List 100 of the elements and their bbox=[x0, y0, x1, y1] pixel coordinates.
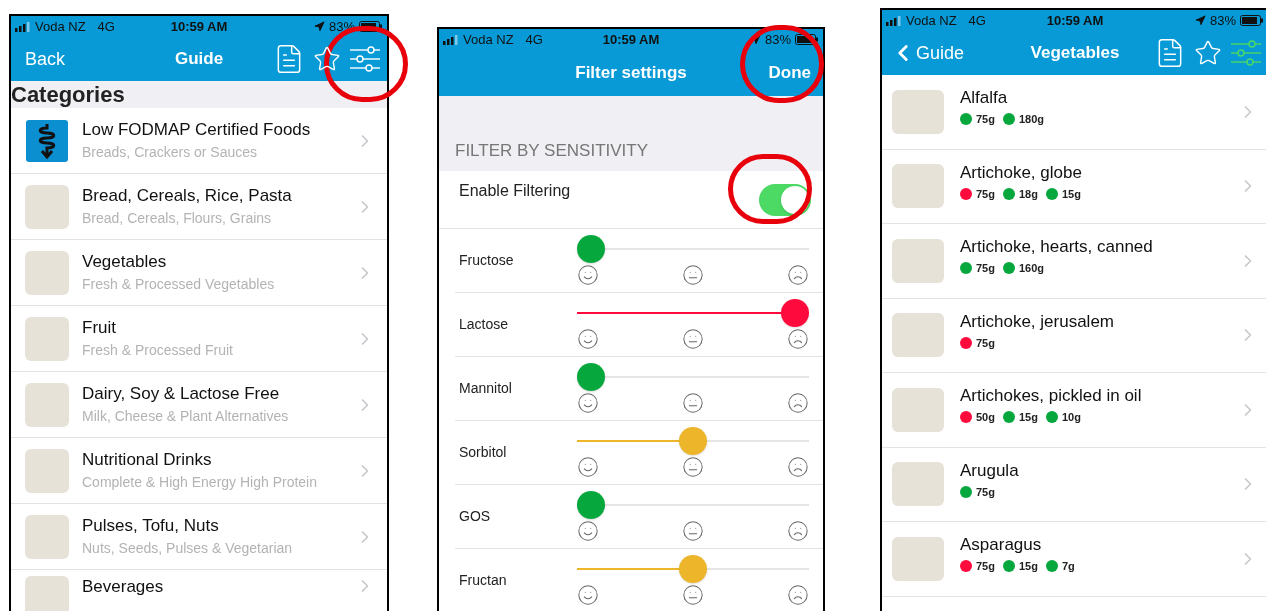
food-name: Artichoke, jerusalem bbox=[960, 310, 1115, 333]
sugar-label: Mannitol bbox=[458, 379, 513, 398]
portion-size: 75g bbox=[976, 261, 995, 276]
food-name: Artichokes, pickled in oil bbox=[960, 385, 1143, 407]
category-title: Beverages bbox=[82, 576, 165, 598]
network-label: 4G bbox=[968, 11, 986, 30]
category-title: Fruit bbox=[82, 316, 117, 339]
photo-placeholder bbox=[892, 238, 944, 283]
slider-thumb[interactable] bbox=[577, 235, 605, 263]
sugar-label: Lactose bbox=[458, 315, 510, 334]
toggle-label: Enable Filtering bbox=[459, 180, 572, 201]
carrier-label: Voda NZ bbox=[35, 17, 86, 36]
portion-size: 10g bbox=[1061, 410, 1081, 425]
category-row[interactable]: Low FODMAP Certified Foods Breads, Crackers or Sauces bbox=[11, 108, 387, 174]
neutral-face-icon bbox=[682, 264, 704, 286]
portion-size: 15g bbox=[1061, 186, 1081, 202]
photo-placeholder bbox=[892, 313, 944, 358]
gut-logo-icon bbox=[26, 119, 68, 162]
food-row[interactable]: Artichoke, hearts, canned 75g 160g bbox=[882, 224, 1266, 299]
photo-placeholder bbox=[25, 250, 69, 295]
toggle-switch[interactable] bbox=[759, 183, 811, 216]
food-row[interactable]: Artichokes, pickled in oil 50g 15g 10g bbox=[882, 373, 1266, 448]
battery-icon bbox=[1240, 15, 1264, 26]
category-subtitle: Milk, Cheese & Plant Alternatives bbox=[82, 406, 290, 426]
smiley-face-icon bbox=[577, 584, 599, 606]
portion-size: 50g bbox=[976, 410, 995, 425]
slider-thumb[interactable] bbox=[577, 491, 605, 519]
photo-placeholder bbox=[892, 462, 944, 507]
photo-placeholder bbox=[892, 536, 944, 581]
portion-size: 15g bbox=[1018, 559, 1038, 574]
settings-sliders-icon[interactable] bbox=[349, 46, 381, 72]
portion-size: 75g bbox=[976, 186, 995, 202]
carrier-label: Voda NZ bbox=[463, 30, 514, 49]
photo-placeholder bbox=[25, 448, 69, 493]
portion-size: 160g bbox=[1018, 261, 1045, 276]
food-name: Artichoke, hearts, canned bbox=[960, 236, 1154, 258]
battery-icon bbox=[795, 34, 819, 45]
neutral-face-icon bbox=[682, 520, 704, 542]
category-title: Bread, Cereals, Rice, Pasta bbox=[82, 184, 293, 207]
category-row[interactable]: Vegetables Fresh & Processed Vegetables bbox=[11, 240, 387, 306]
sad-face-icon bbox=[787, 456, 809, 478]
food-row[interactable]: Asparagus 75g 15g 7g bbox=[882, 522, 1266, 597]
food-row[interactable]: Artichoke, jerusalem 75g bbox=[882, 298, 1266, 373]
sugar-label: Fructose bbox=[458, 251, 515, 270]
screen-title: Vegetables bbox=[1030, 42, 1120, 65]
category-subtitle: Complete & High Energy High Protein bbox=[82, 472, 318, 492]
food-row[interactable]: Artichoke, globe 75g 18g 15g bbox=[882, 149, 1266, 224]
slider-thumb[interactable] bbox=[679, 555, 707, 583]
portion-size: 180g bbox=[1018, 112, 1045, 127]
battery-icon bbox=[359, 21, 383, 32]
settings-sliders-icon[interactable] bbox=[1230, 40, 1262, 66]
smiley-face-icon bbox=[577, 328, 599, 350]
sad-face-icon bbox=[787, 520, 809, 542]
food-row[interactable]: Alfalfa 75g 180g bbox=[882, 75, 1266, 150]
food-name: Asparagus bbox=[960, 534, 1043, 556]
star-icon[interactable] bbox=[1194, 39, 1222, 67]
category-row[interactable]: Fruit Fresh & Processed Fruit bbox=[11, 306, 387, 372]
portion-size: 75g bbox=[976, 112, 995, 127]
clock-time: 10:59 AM bbox=[1046, 11, 1104, 30]
category-subtitle: Fresh & Processed Fruit bbox=[82, 340, 234, 360]
sad-face-icon bbox=[787, 264, 809, 286]
signal-bars-icon bbox=[443, 34, 459, 45]
category-row[interactable]: Beverages bbox=[11, 570, 387, 611]
signal-bars-icon bbox=[886, 15, 902, 26]
category-title: Vegetables bbox=[82, 250, 168, 273]
category-subtitle: Breads, Crackers or Sauces bbox=[82, 142, 259, 162]
sad-face-icon bbox=[787, 584, 809, 606]
signal-bars-icon bbox=[15, 21, 31, 32]
portion-size: 15g bbox=[1018, 410, 1038, 425]
portion-size: 75g bbox=[976, 335, 995, 351]
photo-placeholder bbox=[892, 164, 944, 209]
screen-title: Guide bbox=[174, 48, 224, 71]
neutral-face-icon bbox=[682, 456, 704, 478]
category-subtitle: Nuts, Seeds, Pulses & Vegetarian bbox=[82, 538, 294, 558]
slider-thumb[interactable] bbox=[577, 363, 605, 391]
network-label: 4G bbox=[97, 17, 115, 36]
category-title: Nutritional Drinks bbox=[82, 448, 213, 471]
neutral-face-icon bbox=[682, 328, 704, 350]
location-arrow-icon bbox=[1194, 15, 1206, 26]
smiley-face-icon bbox=[577, 392, 599, 414]
slider-thumb[interactable] bbox=[781, 299, 809, 327]
battery-percent: 83% bbox=[1209, 11, 1236, 30]
smiley-face-icon bbox=[577, 264, 599, 286]
sad-face-icon bbox=[787, 328, 809, 350]
category-row[interactable]: Nutritional Drinks Complete & High Energy High Protein bbox=[11, 438, 387, 504]
category-row[interactable]: Dairy, Soy & Lactose Free Milk, Cheese & Plant Alternatives bbox=[11, 372, 387, 438]
clock-time: 10:59 AM bbox=[170, 17, 228, 36]
category-title: Pulses, Tofu, Nuts bbox=[82, 514, 220, 537]
carrier-label: Voda NZ bbox=[906, 11, 957, 30]
food-row[interactable]: Arugula 75g bbox=[882, 447, 1266, 522]
category-subtitle: Bread, Cereals, Flours, Grains bbox=[82, 208, 273, 228]
photo-placeholder bbox=[892, 387, 944, 432]
star-icon[interactable] bbox=[313, 45, 341, 73]
slider-thumb[interactable] bbox=[679, 427, 707, 455]
photo-placeholder bbox=[25, 316, 69, 361]
photo-placeholder bbox=[25, 382, 69, 427]
category-row[interactable]: Pulses, Tofu, Nuts Nuts, Seeds, Pulses & Vegetarian bbox=[11, 504, 387, 570]
smiley-face-icon bbox=[577, 456, 599, 478]
category-row[interactable]: Bread, Cereals, Rice, Pasta Bread, Cereals, Flours, Grains bbox=[11, 174, 387, 240]
category-title: Dairy, Soy & Lactose Free bbox=[82, 382, 281, 405]
